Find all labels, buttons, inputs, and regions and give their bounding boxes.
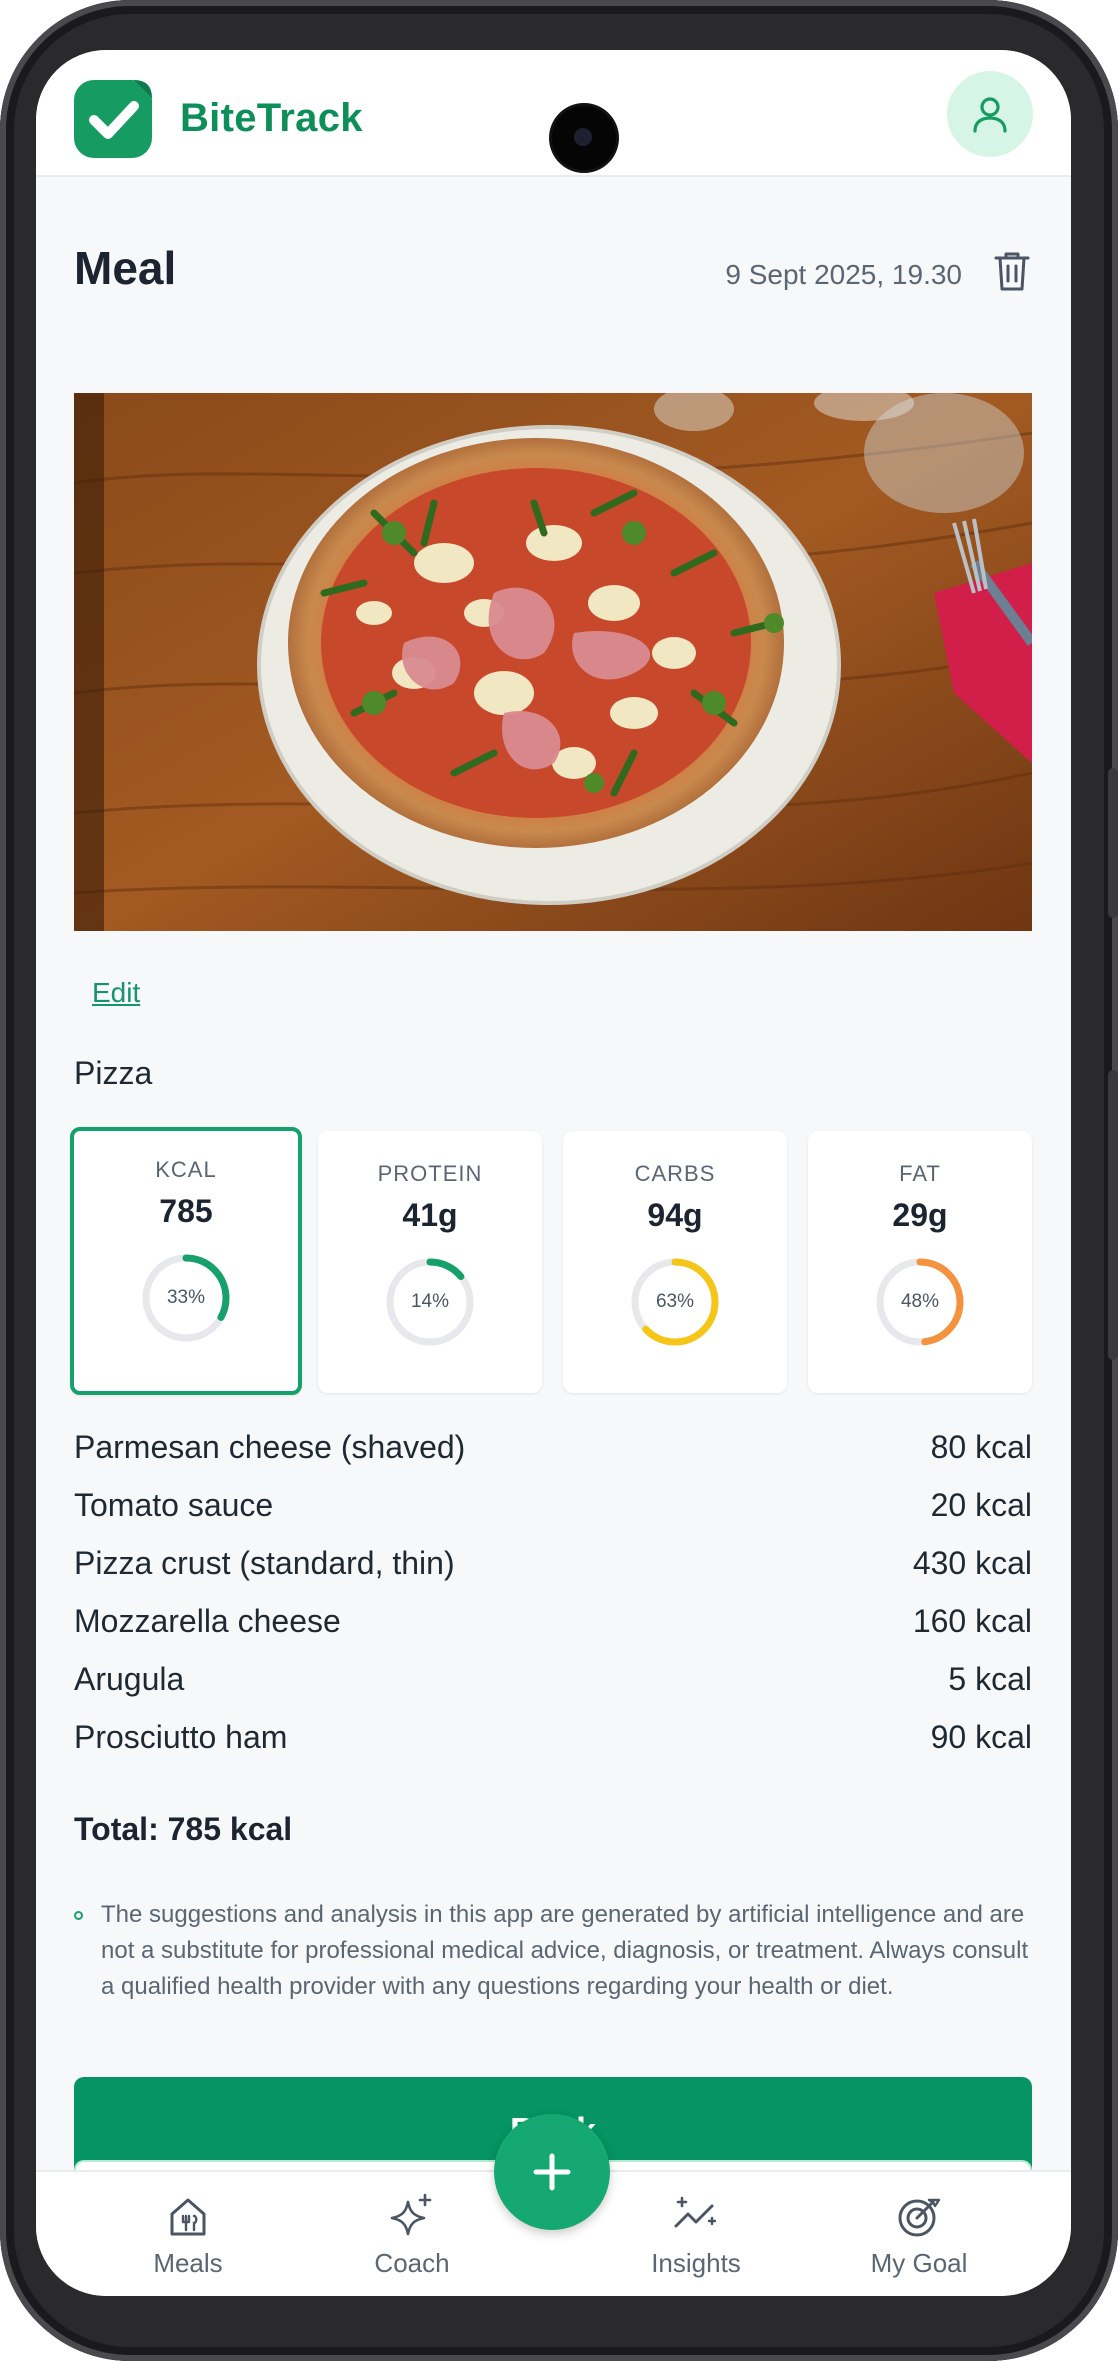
macro-card-kcal[interactable]: KCAL 785 33% (70, 1127, 302, 1395)
macro-percent: 14% (410, 1291, 450, 1312)
item-kcal: 20 kcal (930, 1487, 1032, 1523)
nav-item-coach[interactable]: Coach (332, 2192, 492, 2279)
phone-frame: BiteTrack Meal 9 Sept 2025, 19.30 Edit P… (0, 0, 1118, 2361)
app-screen: BiteTrack Meal 9 Sept 2025, 19.30 Edit P… (36, 50, 1071, 2296)
macro-value: 29g (892, 1197, 948, 1233)
item-kcal: 5 kcal (948, 1661, 1032, 1697)
nav-label: Insights (651, 2248, 741, 2278)
nav-item-meals[interactable]: Meals (108, 2192, 268, 2279)
item-name: Pizza crust (standard, thin) (74, 1545, 455, 1581)
list-item: Prosciutto ham 90 kcal (74, 1719, 1032, 1777)
nav-item-insights[interactable]: Insights (616, 2192, 776, 2279)
item-kcal: 160 kcal (912, 1603, 1032, 1639)
profile-avatar-button[interactable] (947, 71, 1033, 157)
macro-percent: 48% (900, 1291, 940, 1312)
meal-photo[interactable] (74, 393, 1032, 931)
macro-label: KCAL (155, 1157, 217, 1182)
app-header: BiteTrack (36, 50, 1071, 177)
progress-ring: 33% (140, 1252, 232, 1344)
plus-icon (533, 2153, 571, 2191)
item-kcal: 90 kcal (930, 1719, 1032, 1755)
list-item: Arugula 5 kcal (74, 1661, 1032, 1719)
meal-datetime: 9 Sept 2025, 19.30 (725, 259, 962, 290)
list-item: Tomato sauce 20 kcal (74, 1487, 1032, 1545)
bullet-icon (74, 1911, 83, 1920)
macro-card-fat[interactable]: FAT 29g 48% (808, 1131, 1032, 1393)
item-name: Prosciutto ham (74, 1719, 288, 1755)
edit-meal-link[interactable]: Edit (92, 977, 140, 1009)
list-item: Mozzarella cheese 160 kcal (74, 1603, 1032, 1661)
nav-label: Meals (153, 2248, 223, 2278)
nav-item-my-goal[interactable]: My Goal (839, 2192, 999, 2279)
item-name: Arugula (74, 1661, 185, 1697)
macro-card-carbs[interactable]: CARBS 94g 63% (563, 1131, 787, 1393)
macro-summary: KCAL 785 33% PROTEIN 41g 14% CARBS 94g 6… (70, 1127, 1032, 1395)
item-name: Parmesan cheese (shaved) (74, 1429, 466, 1465)
user-icon (973, 97, 1007, 133)
house-fork-icon (170, 2198, 206, 2236)
power-button (1108, 1070, 1118, 1360)
add-meal-button[interactable] (494, 2114, 610, 2230)
bitetrack-logo-icon[interactable] (74, 79, 152, 158)
meal-detail: Meal 9 Sept 2025, 19.30 Edit Pizza KCAL … (70, 177, 1032, 2185)
trend-sparkle-icon (674, 2196, 717, 2228)
item-kcal: 80 kcal (930, 1429, 1032, 1465)
macro-percent: 63% (655, 1291, 695, 1312)
macro-label: PROTEIN (377, 1161, 483, 1186)
nav-label: My Goal (870, 2248, 968, 2278)
macro-label: CARBS (634, 1161, 716, 1186)
list-item: Pizza crust (standard, thin) 430 kcal (74, 1545, 1032, 1603)
progress-ring: 14% (384, 1256, 476, 1348)
macro-card-protein[interactable]: PROTEIN 41g 14% (318, 1131, 542, 1393)
volume-button (1108, 768, 1118, 918)
item-name: Tomato sauce (74, 1487, 274, 1523)
trash-icon[interactable] (992, 249, 1032, 293)
sparkles-icon (390, 2193, 432, 2236)
item-name: Mozzarella cheese (74, 1603, 341, 1639)
list-item: Parmesan cheese (shaved) 80 kcal (74, 1429, 1032, 1487)
macro-percent: 33% (166, 1287, 206, 1308)
front-camera (552, 106, 616, 170)
page-title: Meal (74, 242, 177, 294)
progress-ring: 63% (629, 1256, 721, 1348)
macro-value: 41g (402, 1197, 458, 1233)
macro-value: 94g (647, 1197, 703, 1233)
app-brand-name: BiteTrack (180, 96, 363, 140)
macro-label: FAT (899, 1161, 941, 1186)
target-icon (898, 2198, 941, 2237)
meal-items-list: Parmesan cheese (shaved) 80 kcal Tomato … (74, 1429, 1032, 1777)
macro-value: 785 (159, 1193, 213, 1229)
progress-ring: 48% (874, 1256, 966, 1348)
ai-disclaimer: The suggestions and analysis in this app… (74, 1897, 1032, 2005)
meal-name: Pizza (74, 1055, 153, 1091)
meal-title-row: Meal 9 Sept 2025, 19.30 (74, 177, 1032, 294)
disclaimer-text: The suggestions and analysis in this app… (101, 1901, 1029, 2000)
item-kcal: 430 kcal (912, 1545, 1032, 1581)
meal-total: Total: 785 kcal (74, 1811, 293, 1847)
nav-label: Coach (374, 2248, 450, 2278)
